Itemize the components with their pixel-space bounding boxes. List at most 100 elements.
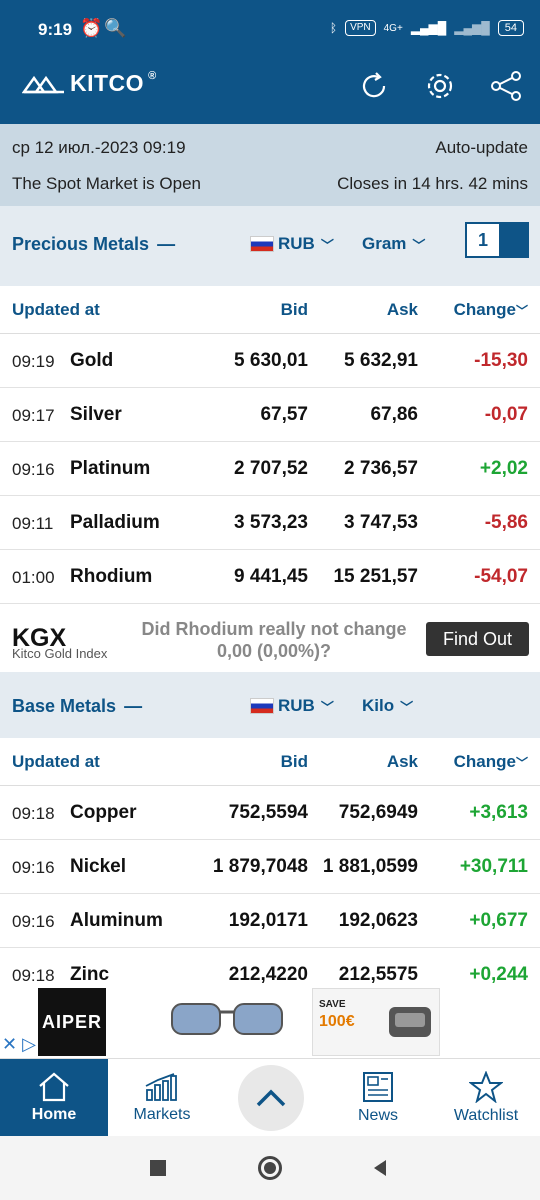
row-change: -54,07 — [474, 566, 528, 587]
nav-news[interactable]: News — [324, 1059, 432, 1137]
row-bid: 192,0171 — [228, 910, 308, 931]
table-row[interactable]: 09:16 Aluminum 192,0171 192,0623 +0,677 — [0, 894, 540, 948]
nav-markets[interactable]: Markets — [108, 1059, 216, 1137]
table-row[interactable]: 09:16 Nickel 1 879,7048 1 881,0599 +30,711 — [0, 840, 540, 894]
system-nav-bar — [0, 1136, 540, 1200]
nav-home[interactable]: Home — [0, 1059, 108, 1137]
signal-icon-2: ▂▄▆█ — [454, 21, 490, 35]
row-time: 09:16 — [12, 912, 55, 931]
collapse-icon: — — [157, 234, 176, 254]
row-change: +0,244 — [469, 964, 528, 985]
row-bid: 9 441,45 — [234, 566, 308, 587]
row-ask: 3 747,53 — [344, 512, 418, 533]
table-row[interactable]: 09:16 Platinum 2 707,52 2 736,57 +2,02 — [0, 442, 540, 496]
bluetooth-icon: ᛒ — [329, 21, 338, 35]
market-info: ср 12 июл.-2023 09:19 Auto-update The Sp… — [0, 124, 540, 206]
sunglasses-image — [171, 1003, 283, 1035]
col-ask: Ask — [386, 752, 418, 771]
row-time: 01:00 — [12, 568, 55, 587]
table-row[interactable]: 09:18 Copper 752,5594 752,6949 +3,613 — [0, 786, 540, 840]
col-change-sort[interactable]: Change﹀ — [454, 300, 528, 320]
col-change: Change — [453, 300, 516, 319]
chevron-down-icon: ﹀ — [400, 699, 414, 715]
row-ask: 752,6949 — [338, 802, 418, 823]
share-icon[interactable] — [486, 66, 526, 106]
current-datetime: ср 12 июл.-2023 09:19 — [12, 138, 186, 157]
col-updated-at: Updated at — [12, 300, 100, 319]
chevron-up-icon — [256, 1089, 286, 1107]
row-metal-name: Aluminum — [70, 910, 163, 931]
table-row[interactable]: 09:11 Palladium 3 573,23 3 747,53 -5,86 — [0, 496, 540, 550]
row-metal-name: Silver — [70, 404, 122, 425]
kgx-banner: KGX Kitco Gold Index Did Rhodium really … — [0, 604, 540, 672]
signal-icon: ▂▄▆█ — [410, 21, 447, 35]
row-metal-name: Nickel — [70, 856, 126, 877]
nav-watchlist[interactable]: Watchlist — [432, 1059, 540, 1137]
ad-promo: SAVE 100€ — [312, 988, 440, 1056]
kgx-question: Did Rhodium really not change 0,00 (0,00… — [124, 618, 424, 662]
precious-unit-select[interactable]: Gram ﹀ — [362, 234, 425, 254]
kitco-logo-icon — [22, 75, 64, 93]
col-change: Change — [453, 752, 516, 771]
row-ask: 5 632,91 — [344, 350, 418, 371]
row-change: +2,02 — [479, 458, 528, 479]
row-metal-name: Rhodium — [70, 566, 153, 587]
kgx-question-line1: Did Rhodium really not change — [141, 619, 407, 639]
auto-update-link[interactable]: Auto-update — [435, 138, 528, 158]
base-metals-header: Base Metals — RUB ﹀ Kilo ﹀ — [0, 672, 540, 738]
settings-gear-icon[interactable] — [420, 66, 460, 106]
chevron-down-icon: ﹀ — [320, 699, 334, 715]
precious-metals-header: Precious Metals — RUB ﹀ Gram ﹀ 1 — [0, 206, 540, 286]
table-row[interactable]: 09:19 Gold 5 630,01 5 632,91 -15,30 — [0, 334, 540, 388]
markets-chart-icon — [145, 1073, 177, 1101]
russia-flag-icon — [250, 236, 274, 252]
table-row[interactable]: 09:17 Silver 67,57 67,86 -0,07 — [0, 388, 540, 442]
home-circle-icon[interactable] — [256, 1154, 284, 1182]
refresh-icon[interactable] — [354, 66, 394, 106]
status-bar: 9:19 ⏰ 🔍 ᛒ VPN 4G+ ▂▄▆█ ▂▄▆█ 54 — [0, 0, 540, 60]
recents-square-icon[interactable] — [144, 1154, 172, 1182]
precious-metals-toggle[interactable]: Precious Metals — — [12, 234, 175, 255]
app-bar: KITCO ® — [0, 60, 540, 124]
ad-close-icon[interactable]: ✕ ▷ — [2, 1034, 36, 1055]
col-change-sort[interactable]: Change﹀ — [454, 752, 528, 772]
find-out-button[interactable]: Find Out — [426, 622, 529, 656]
base-currency-select[interactable]: RUB ﹀ — [250, 696, 334, 716]
row-time: 09:17 — [12, 406, 55, 425]
base-metals-title: Base Metals — [12, 696, 117, 716]
row-metal-name: Copper — [70, 802, 137, 823]
row-ask: 15 251,57 — [333, 566, 418, 587]
logo-registered: ® — [148, 70, 157, 82]
quantity-fill — [499, 224, 527, 256]
home-icon — [39, 1072, 69, 1102]
row-change: +30,711 — [459, 856, 528, 877]
base-table-header: Updated at Bid Ask Change﹀ — [0, 738, 540, 786]
precious-metals-title: Precious Metals — [12, 234, 150, 254]
nav-news-label: News — [357, 1107, 398, 1124]
alarm-icon: ⏰ — [80, 18, 103, 38]
kgx-subtitle: Kitco Gold Index — [12, 646, 108, 661]
row-metal-name: Gold — [70, 350, 114, 371]
row-ask: 2 736,57 — [344, 458, 418, 479]
chevron-down-icon: ﹀ — [515, 304, 528, 318]
col-ask: Ask — [386, 300, 418, 319]
back-triangle-icon[interactable] — [366, 1154, 394, 1182]
row-bid: 67,57 — [260, 404, 308, 425]
precious-currency-select[interactable]: RUB ﹀ — [250, 234, 334, 254]
ad-banner[interactable]: ✕ ▷ AIPER SAVE 100€ — [0, 988, 540, 1058]
nav-watchlist-label: Watchlist — [453, 1107, 519, 1124]
base-unit-select[interactable]: Kilo ﹀ — [362, 696, 413, 716]
chevron-down-icon: ﹀ — [412, 237, 426, 253]
scroll-up-button[interactable] — [238, 1065, 304, 1131]
table-row[interactable]: 01:00 Rhodium 9 441,45 15 251,57 -54,07 — [0, 550, 540, 604]
row-metal-name: Zinc — [70, 964, 110, 985]
kitco-logo: KITCO ® — [22, 70, 157, 97]
market-status: The Spot Market is Open — [12, 174, 201, 193]
quantity-input[interactable]: 1 — [465, 222, 529, 258]
row-change: -0,07 — [484, 404, 528, 425]
ad-brand: AIPER — [38, 988, 106, 1056]
row-change: +3,613 — [469, 802, 528, 823]
row-ask: 212,5575 — [338, 964, 418, 985]
base-metals-toggle[interactable]: Base Metals — — [12, 696, 142, 717]
row-change: -5,86 — [484, 512, 528, 533]
